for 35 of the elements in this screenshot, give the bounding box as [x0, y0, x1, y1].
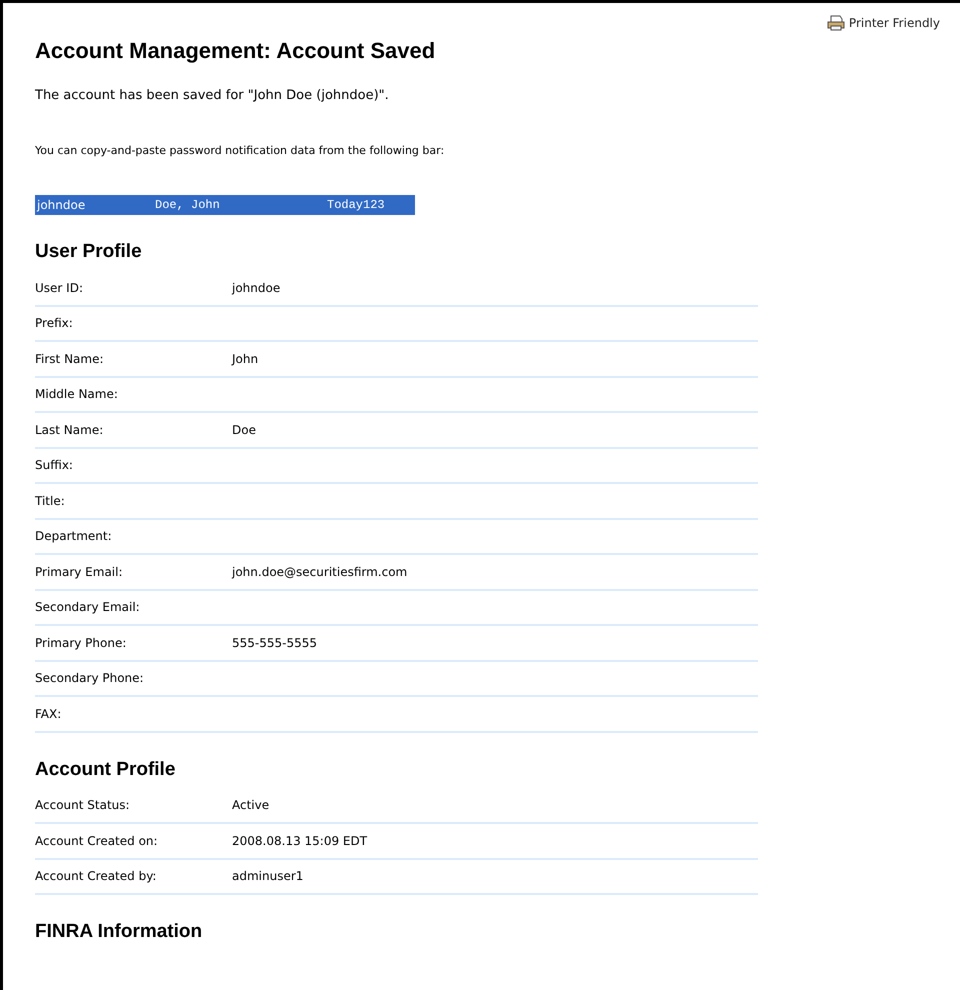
field-label: First Name:: [35, 352, 105, 366]
printer-friendly-link[interactable]: Printer Friendly: [826, 15, 940, 31]
field-value: 555-555-5555: [232, 636, 318, 650]
bar-password: Today123: [326, 198, 385, 212]
field-value: John: [232, 352, 258, 366]
field-label: FAX:: [35, 706, 62, 721]
field-label: Secondary Email:: [35, 600, 141, 614]
field-label: Department:: [35, 529, 113, 544]
field-value: 2008.08.13 15:09 EDT: [232, 834, 368, 848]
printer-icon: [826, 15, 845, 31]
field-value: johndoe: [232, 280, 280, 295]
saved-message: The account has been saved for "John Doe (johndoe)".: [35, 88, 390, 103]
field-label: Primary Email:: [35, 564, 124, 579]
bar-user-id: johndoe: [36, 198, 86, 212]
field-value: adminuser1: [232, 869, 304, 884]
field-label: Last Name:: [35, 422, 104, 437]
field-value: Active: [232, 798, 270, 812]
field-label: Primary Phone:: [35, 636, 128, 650]
field-label: Suffix:: [35, 458, 74, 472]
section-heading: User Profile: [35, 240, 143, 264]
field-label: Account Status:: [35, 798, 131, 812]
field-label: Secondary Phone:: [35, 671, 145, 686]
section-heading: FINRA Information: [35, 920, 204, 944]
bar-name: Doe, John: [154, 198, 221, 212]
field-label: Middle Name:: [35, 387, 119, 402]
field-value: john.doe@securitiesfirm.com: [232, 564, 408, 579]
field-label: Account Created on:: [35, 834, 159, 848]
section-heading: Account Profile: [35, 758, 176, 782]
field-label: Title:: [35, 494, 66, 508]
field-value: Doe: [232, 422, 256, 437]
field-label: Account Created by:: [35, 869, 158, 884]
field-label: User ID:: [35, 280, 84, 295]
field-label: Prefix:: [35, 316, 74, 330]
copy-hint: You can copy-and-paste password notification data from the following bar:: [35, 144, 446, 157]
page-title: Account Management: Account Saved: [35, 38, 436, 64]
